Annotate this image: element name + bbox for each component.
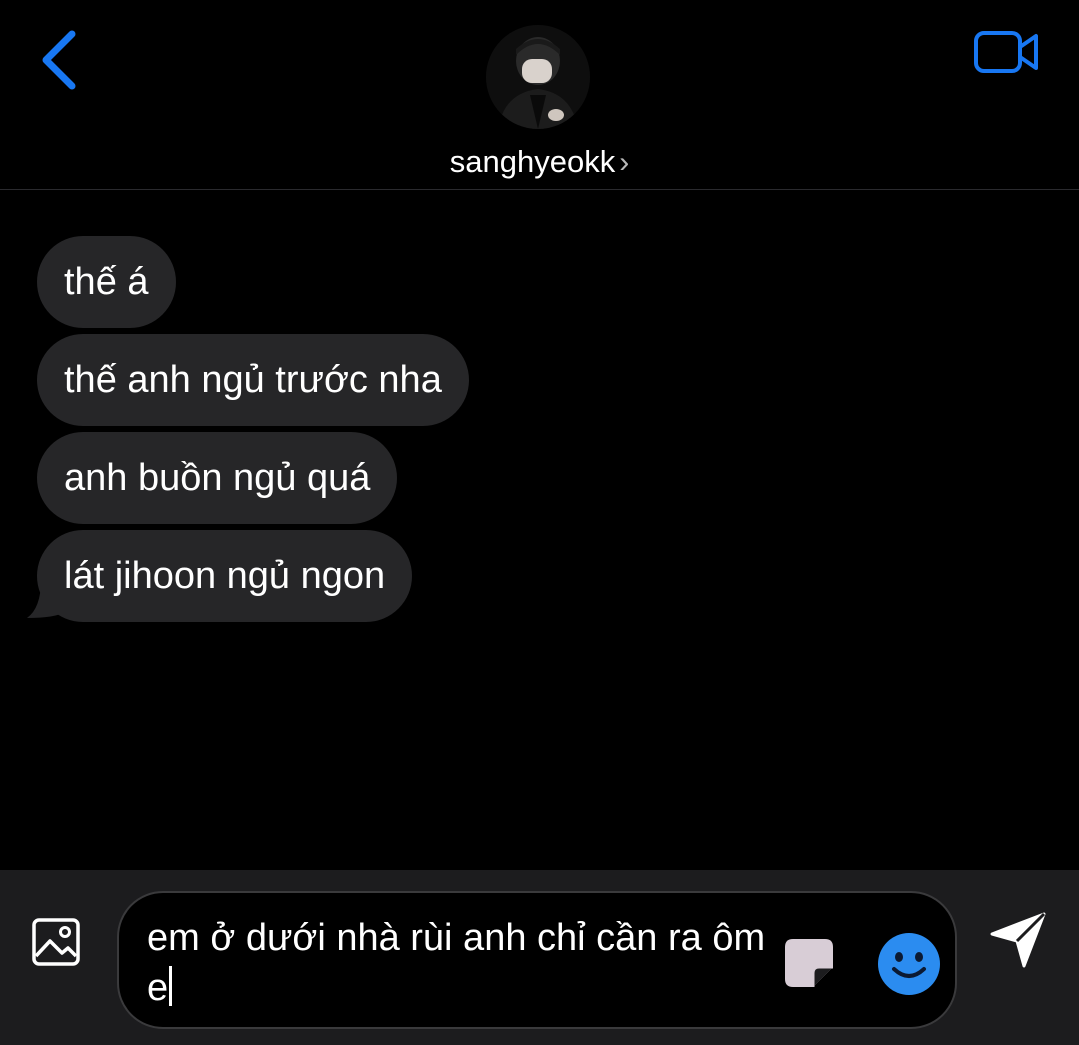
send-icon: [990, 912, 1046, 968]
text-cursor: [169, 966, 173, 1006]
send-button[interactable]: [988, 908, 1050, 970]
profile-photo: [486, 25, 590, 129]
message-text: thế á: [64, 261, 149, 303]
message-bubble[interactable]: anh buồn ngủ quá: [37, 432, 398, 524]
emoji-button[interactable]: [876, 931, 942, 997]
message-text: thế anh ngủ trước nha: [64, 359, 442, 401]
username: sanghyeokk: [449, 144, 616, 179]
sticker-icon: [785, 939, 833, 987]
message-input-value: em ở dưới nhà rùi anh chỉ cần ra ôm e: [147, 917, 766, 1009]
composer-bar: em ở dưới nhà rùi anh chỉ cần ra ôm e: [0, 870, 1079, 1045]
message-bubble[interactable]: thế anh ngủ trước nha: [37, 334, 469, 426]
chevron-left-icon: [42, 30, 76, 90]
message-bubble[interactable]: lát jihoon ngủ ngon: [37, 530, 413, 622]
sticker-button[interactable]: [779, 933, 839, 993]
video-camera-icon: [974, 31, 1038, 73]
back-button[interactable]: [30, 26, 90, 96]
image-icon: [32, 918, 80, 966]
message-input-text[interactable]: em ở dưới nhà rùi anh chỉ cần ra ôm e: [147, 913, 767, 1013]
smiley-icon: [878, 933, 940, 995]
message-input[interactable]: em ở dưới nhà rùi anh chỉ cần ra ôm e: [117, 891, 957, 1029]
chat-header: sanghyeokk ›: [0, 0, 1079, 190]
message-text: lát jihoon ngủ ngon: [64, 555, 386, 597]
avatar[interactable]: [486, 25, 590, 129]
message-text: anh buồn ngủ quá: [64, 457, 371, 499]
message-bubble[interactable]: thế á: [37, 236, 176, 328]
gallery-button[interactable]: [30, 915, 84, 969]
video-call-button[interactable]: [970, 28, 1042, 78]
chevron-right-icon: ›: [619, 146, 630, 179]
bubble-tail: [27, 568, 65, 618]
message-thread: thế á thế anh ngủ trước nha anh buồn ngủ…: [0, 190, 1079, 870]
profile-name-link[interactable]: sanghyeokk ›: [0, 140, 1079, 185]
